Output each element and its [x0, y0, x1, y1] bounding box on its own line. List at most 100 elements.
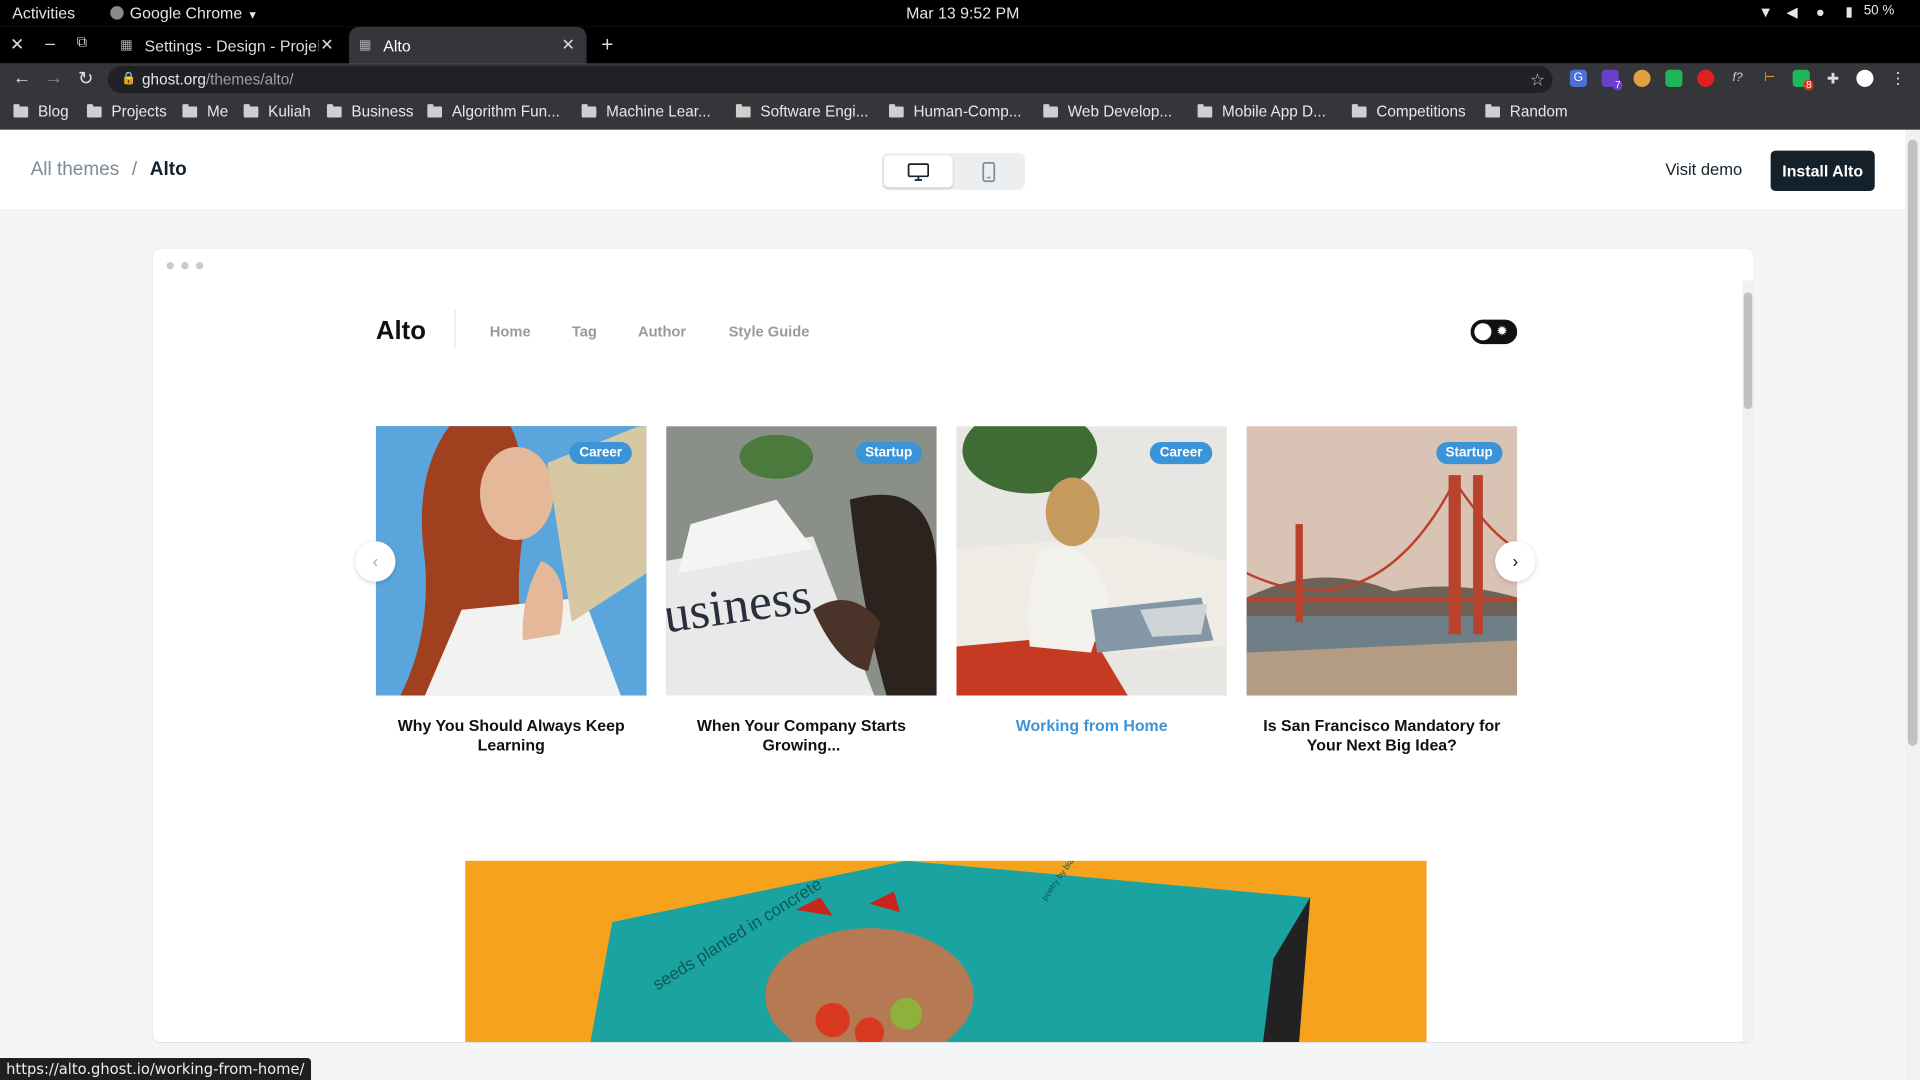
scrollbar-thumb[interactable]: [1743, 292, 1753, 409]
dark-mode-toggle[interactable]: ✹: [1470, 319, 1518, 345]
reload-icon[interactable]: ↻: [75, 67, 97, 90]
bookmark-me[interactable]: Me: [182, 103, 228, 120]
more-menu-icon[interactable]: ⋮: [1889, 69, 1906, 87]
extension-red-icon[interactable]: [1697, 69, 1715, 87]
post-card[interactable]: Startup Is San Francisco Mandatory for Y…: [1246, 426, 1518, 755]
site-logo[interactable]: Alto: [376, 317, 426, 346]
breadcrumb-all-themes[interactable]: All themes: [31, 159, 120, 180]
carousel-next-button[interactable]: ›: [1495, 541, 1536, 582]
bookmark-mobile-app[interactable]: Mobile App D...: [1197, 103, 1326, 120]
link-status-bar: https://alto.ghost.io/working-from-home/: [0, 1057, 311, 1080]
folder-icon: [581, 103, 597, 117]
close-tab-icon[interactable]: ✕: [560, 36, 577, 56]
bookmark-competitions[interactable]: Competitions: [1351, 103, 1466, 120]
visit-demo-link[interactable]: Visit demo: [1665, 160, 1742, 178]
featured-post-image[interactable]: seeds planted in concrete poetry by bian…: [465, 860, 1427, 1043]
wifi-icon[interactable]: ▼: [1758, 4, 1773, 21]
nav-style-guide[interactable]: Style Guide: [729, 323, 810, 340]
folder-icon: [888, 103, 904, 117]
window-minimize-icon[interactable]: –: [39, 33, 61, 53]
bookmark-machine-learning[interactable]: Machine Lear...: [581, 103, 711, 120]
bookmark-business[interactable]: Business: [326, 103, 414, 120]
bookmark-algorithm[interactable]: Algorithm Fun...: [427, 103, 560, 120]
extension-badge: 7: [1612, 79, 1624, 91]
post-card[interactable]: usiness Startup When Your Company Starts…: [666, 426, 937, 755]
breadcrumb-current: Alto: [149, 159, 187, 181]
bookmark-random[interactable]: Random: [1485, 103, 1568, 120]
app-menu[interactable]: Google Chrome ▼: [110, 4, 258, 22]
toggle-knob: [1474, 323, 1492, 341]
translate-icon[interactable]: G: [1569, 69, 1587, 87]
chevron-down-icon: ▼: [247, 8, 259, 21]
nav-author[interactable]: Author: [638, 323, 686, 340]
theme-page-header: All themes / Alto Visit demo Install Alt…: [0, 129, 1906, 211]
address-bar[interactable]: 🔒 ghost.org/themes/alto/ ☆: [107, 66, 1553, 94]
extension-orange-icon[interactable]: ⊢: [1761, 70, 1778, 87]
breadcrumb: All themes / Alto: [31, 159, 187, 181]
clock[interactable]: Mar 13 9:52 PM: [906, 4, 1019, 22]
lock-icon: 🔒: [121, 72, 137, 86]
folder-icon: [1351, 103, 1367, 117]
post-title[interactable]: Why You Should Always Keep Learning: [376, 716, 647, 755]
formula-icon[interactable]: f?: [1729, 70, 1746, 87]
post-title[interactable]: Working from Home: [956, 716, 1227, 736]
post-title[interactable]: When Your Company Starts Growing...: [666, 716, 937, 755]
post-image[interactable]: usiness Startup: [666, 426, 937, 696]
post-card[interactable]: Career Working from Home: [956, 426, 1227, 736]
tab-strip: ✕ – ⧉ ▦ Settings - Design - Projek ✕ ▦ A…: [0, 26, 1920, 64]
battery-icon[interactable]: ▮: [1845, 4, 1852, 20]
bookmark-human-computer[interactable]: Human-Comp...: [888, 103, 1022, 120]
profile-avatar[interactable]: [1856, 69, 1874, 87]
post-image[interactable]: Startup: [1246, 426, 1518, 696]
sun-icon: ✹: [1496, 324, 1508, 340]
activities-button[interactable]: Activities: [12, 4, 75, 22]
post-image[interactable]: Career: [956, 426, 1227, 696]
desktop-view-button[interactable]: [884, 155, 953, 188]
cookie-icon[interactable]: [1633, 69, 1651, 87]
carousel-prev-button[interactable]: ‹: [355, 541, 396, 582]
page-scrollbar[interactable]: [1905, 129, 1920, 1080]
forward-icon[interactable]: →: [43, 67, 65, 88]
bookmark-blog[interactable]: Blog: [13, 103, 69, 120]
close-tab-icon[interactable]: ✕: [318, 36, 335, 56]
microphone-icon[interactable]: ●: [1816, 4, 1825, 21]
extension-green-icon[interactable]: [1665, 69, 1683, 87]
nav-tag[interactable]: Tag: [572, 323, 597, 340]
preview-scrollbar[interactable]: [1742, 280, 1754, 1043]
golden-gate-bridge-image: [1246, 426, 1518, 696]
post-title[interactable]: Is San Francisco Mandatory for Your Next…: [1247, 716, 1518, 755]
window-restore-icon[interactable]: ⧉: [71, 33, 93, 51]
ghost-favicon-icon: ▦: [120, 37, 133, 53]
bookmarks-bar: Blog Projects Me Kuliah Business Algorit…: [0, 95, 1920, 130]
folder-icon: [1043, 103, 1058, 117]
tag-badge[interactable]: Career: [569, 442, 632, 465]
post-card[interactable]: Career Why You Should Always Keep Learni…: [375, 426, 647, 755]
extension-badge: 8: [1803, 79, 1815, 91]
battery-percent: 50 %: [1863, 3, 1895, 19]
bookmark-star-icon[interactable]: ☆: [1530, 66, 1545, 93]
tab-settings-design[interactable]: ▦ Settings - Design - Projek ✕: [110, 27, 345, 64]
post-image[interactable]: Career: [375, 426, 647, 696]
back-icon[interactable]: ←: [11, 67, 33, 88]
scrollbar-thumb[interactable]: [1907, 139, 1918, 746]
window-close-icon[interactable]: ✕: [6, 34, 28, 55]
tag-badge[interactable]: Startup: [1435, 442, 1503, 465]
mobile-view-button[interactable]: [954, 156, 1023, 188]
chrome-icon: [110, 6, 124, 20]
folder-icon: [243, 103, 259, 117]
bookmark-projects[interactable]: Projects: [86, 103, 167, 120]
bookmark-software-engineering[interactable]: Software Engi...: [735, 103, 868, 120]
folder-icon: [427, 103, 443, 117]
extensions-puzzle-icon[interactable]: ✚: [1825, 70, 1842, 87]
nav-home[interactable]: Home: [490, 323, 531, 340]
bookmark-kuliah[interactable]: Kuliah: [243, 103, 311, 120]
install-theme-button[interactable]: Install Alto: [1770, 150, 1875, 192]
tab-alto[interactable]: ▦ Alto ✕: [348, 26, 587, 64]
mobile-icon: [981, 161, 995, 182]
folder-icon: [86, 103, 102, 117]
tag-badge[interactable]: Career: [1149, 442, 1213, 465]
tag-badge[interactable]: Startup: [855, 442, 923, 465]
new-tab-icon[interactable]: +: [596, 33, 618, 57]
volume-icon[interactable]: ◀: [1787, 4, 1798, 21]
bookmark-web-development[interactable]: Web Develop...: [1043, 103, 1172, 120]
